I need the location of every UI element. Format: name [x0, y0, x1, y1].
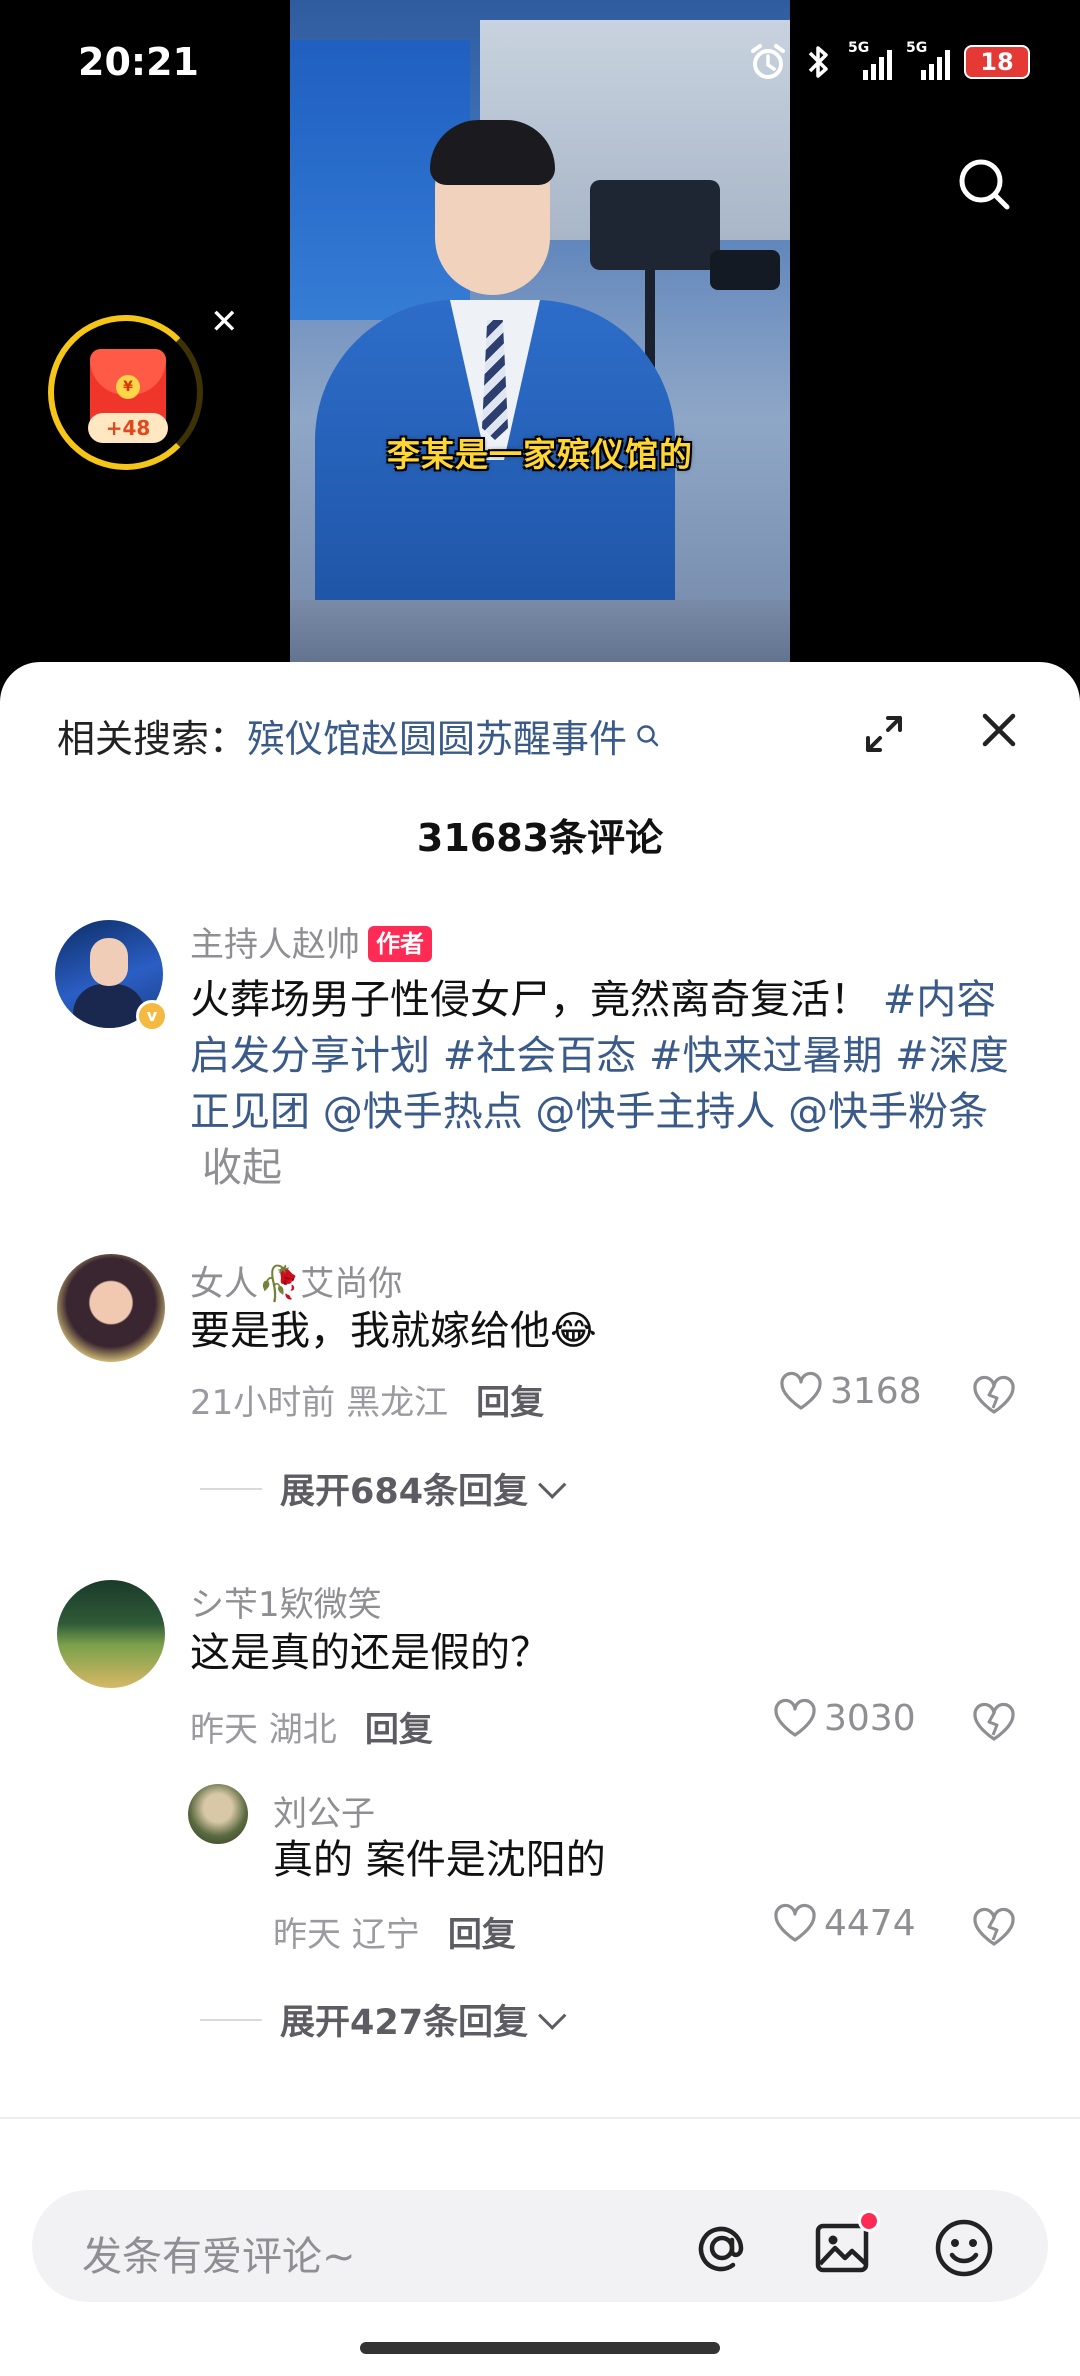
- host-hair: [430, 120, 555, 185]
- notification-dot: [858, 2210, 880, 2232]
- reply-button[interactable]: 回复: [476, 1383, 544, 1423]
- comment-time-location: 昨天 湖北: [190, 1710, 337, 1750]
- close-icon[interactable]: ✕: [210, 305, 239, 339]
- comment-text: 这是真的还是假的？: [190, 1630, 550, 1676]
- video-subtitle: 李某是一家殡仪馆的: [387, 435, 693, 474]
- comment-meta: 昨天 湖北 回复: [190, 1702, 433, 1751]
- related-search[interactable]: 相关搜索： 殡仪馆赵圆圆苏醒事件: [57, 708, 661, 763]
- expand-replies-button[interactable]: 展开427条回复: [200, 1994, 567, 2045]
- red-packet-reward: +48: [88, 413, 168, 443]
- post-main-text: 火葬场男子性侵女尸，竟然离奇复活！: [190, 977, 870, 1023]
- broken-heart-icon[interactable]: [970, 1699, 1018, 1743]
- collapse-button[interactable]: 收起: [202, 1145, 282, 1191]
- expand-replies-label: 展开684条回复: [280, 1472, 529, 1512]
- comment-input[interactable]: 发条有爱评论~: [82, 2224, 356, 2282]
- like-button[interactable]: 3030: [772, 1697, 916, 1739]
- video-frame[interactable]: [290, 0, 790, 700]
- broken-heart-icon[interactable]: [970, 1904, 1018, 1948]
- heart-icon: [774, 1698, 816, 1737]
- red-packet-widget[interactable]: ¥ +48: [48, 315, 203, 470]
- avatar[interactable]: [188, 1784, 248, 1844]
- divider: [0, 2117, 1080, 2119]
- reply-author-name[interactable]: 刘公子: [273, 1786, 375, 1835]
- video-player[interactable]: 李某是一家殡仪馆的 20:21 5G 5G 18 ¥ +48 ✕: [0, 0, 1080, 700]
- related-search-keyword[interactable]: 殡仪馆赵圆圆苏醒事件: [247, 708, 627, 763]
- camera-lens: [710, 250, 780, 290]
- status-bar: 20:21 5G 5G 18: [0, 36, 1080, 96]
- signal-icon-sim2: 5G: [906, 40, 950, 80]
- verified-badge-icon: v: [136, 1000, 168, 1032]
- comment-time-location: 21小时前 黑龙江: [190, 1383, 449, 1423]
- author-name-text[interactable]: 主持人赵帅: [190, 925, 360, 965]
- signal-icon-sim1: 5G: [848, 40, 892, 80]
- comment-meta: 21小时前 黑龙江 回复: [190, 1375, 544, 1424]
- like-count: 3030: [824, 1697, 916, 1739]
- heart-icon: [774, 1903, 816, 1942]
- like-count: 3168: [830, 1370, 922, 1412]
- comment-text: 要是我，我就嫁给他😂: [190, 1308, 597, 1354]
- comment-sheet: 相关搜索： 殡仪馆赵圆圆苏醒事件 31683条评论 v 主持人赵帅 作者 火葬场男…: [0, 662, 1080, 2376]
- reply-button[interactable]: 回复: [365, 1710, 433, 1750]
- reply-meta: 昨天 辽宁 回复: [273, 1907, 516, 1956]
- comment-count: 31683条评论: [416, 816, 664, 860]
- like-count: 4474: [824, 1902, 916, 1944]
- chevron-down-icon: [538, 2001, 567, 2030]
- heart-icon: [780, 1371, 822, 1410]
- at-icon[interactable]: [692, 2218, 752, 2278]
- alarm-icon: [751, 44, 785, 79]
- battery-indicator: 18: [964, 45, 1030, 79]
- reply-time-location: 昨天 辽宁: [273, 1915, 420, 1955]
- expand-replies-button[interactable]: 展开684条回复: [200, 1463, 567, 1514]
- comment-author-name[interactable]: 女人🥀艾尚你: [190, 1256, 402, 1305]
- reply-text: 真的 案件是沈阳的: [273, 1837, 606, 1883]
- author-tag: 作者: [368, 926, 432, 962]
- emoji-icon[interactable]: [932, 2216, 996, 2280]
- bluetooth-icon: [808, 46, 828, 78]
- avatar[interactable]: [57, 1580, 165, 1688]
- coin-icon: ¥: [116, 375, 140, 399]
- like-button[interactable]: 4474: [772, 1902, 916, 1944]
- avatar[interactable]: [57, 1254, 165, 1362]
- expand-replies-label: 展开427条回复: [280, 2003, 529, 2043]
- comment-author-name[interactable]: 主持人赵帅 作者: [190, 917, 432, 966]
- chevron-down-icon: [538, 1470, 567, 1499]
- status-icons: 5G 5G 18: [748, 40, 1030, 82]
- broken-heart-icon[interactable]: [970, 1372, 1018, 1416]
- status-time: 20:21: [78, 40, 199, 84]
- related-search-label: 相关搜索：: [57, 717, 248, 761]
- like-button[interactable]: 3168: [778, 1370, 922, 1412]
- comment-author-name[interactable]: シ苄1欵微笑: [190, 1577, 382, 1626]
- reply-button[interactable]: 回复: [448, 1915, 516, 1955]
- author-post-text: 火葬场男子性侵女尸，竟然离奇复活！ #内容启发分享计划 #社会百态 #快来过暑期…: [190, 972, 1030, 1196]
- search-icon: [637, 724, 659, 746]
- expand-icon[interactable]: [860, 710, 908, 758]
- comment-input-bar[interactable]: 发条有爱评论~: [32, 2190, 1048, 2302]
- search-icon[interactable]: [955, 155, 1013, 213]
- close-icon[interactable]: [975, 706, 1023, 754]
- studio-camera: [590, 180, 720, 270]
- home-indicator[interactable]: [360, 2342, 720, 2354]
